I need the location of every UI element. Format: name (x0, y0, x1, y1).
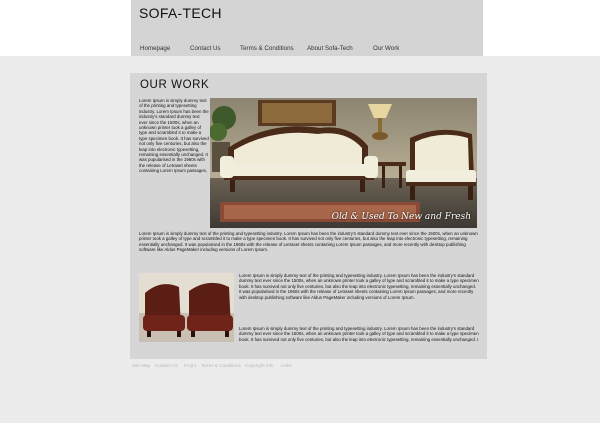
main-nav: Homepage Contact Us Terms & Conditions A… (131, 45, 483, 56)
footer-link-contact-us[interactable]: Contact Us (155, 363, 178, 368)
body-paragraph-2: Lorem Ipsum is simply dummy text of the … (139, 231, 478, 253)
nav-item-homepage[interactable]: Homepage (140, 45, 170, 52)
nav-item-terms[interactable]: Terms & Conditions (240, 45, 294, 52)
sofa-showroom-illustration (210, 98, 477, 228)
nav-item-our-work[interactable]: Our Work (373, 45, 399, 52)
intro-paragraph: Lorem Ipsum is simply dummy text of the … (139, 98, 209, 174)
footer-link-terms[interactable]: Terms & Conditions (201, 363, 241, 368)
body-paragraph-4: Lorem Ipsum is simply dummy text of the … (239, 326, 479, 342)
site-header: SOFA-TECH Homepage Contact Us Terms & Co… (131, 0, 483, 56)
hero-image: Old & Used To New and Fresh (210, 98, 477, 228)
header-gap (0, 56, 600, 73)
content-panel: OUR WORK Lorem Ipsum is simply dummy tex… (130, 73, 487, 359)
footer-link-faqs[interactable]: FAQ's (184, 363, 196, 368)
site-logo[interactable]: SOFA-TECH (139, 5, 222, 21)
body-paragraph-3: Lorem Ipsum is simply dummy text of the … (239, 273, 479, 300)
nav-item-contact-us[interactable]: Contact Us (190, 45, 221, 52)
nav-item-about[interactable]: About Sofa-Tech (307, 45, 353, 52)
hero-caption: Old & Used To New and Fresh (331, 212, 471, 222)
site-footer: Site Map Contact Us FAQ's Terms & Condit… (132, 363, 452, 371)
page-title: OUR WORK (140, 79, 210, 91)
leather-sofa-image (139, 273, 234, 342)
footer-link-links[interactable]: Links (281, 363, 292, 368)
leather-chairs-illustration (139, 273, 234, 342)
footer-link-copyright[interactable]: Copyright Info (245, 363, 274, 368)
footer-link-site-map[interactable]: Site Map (132, 363, 150, 368)
